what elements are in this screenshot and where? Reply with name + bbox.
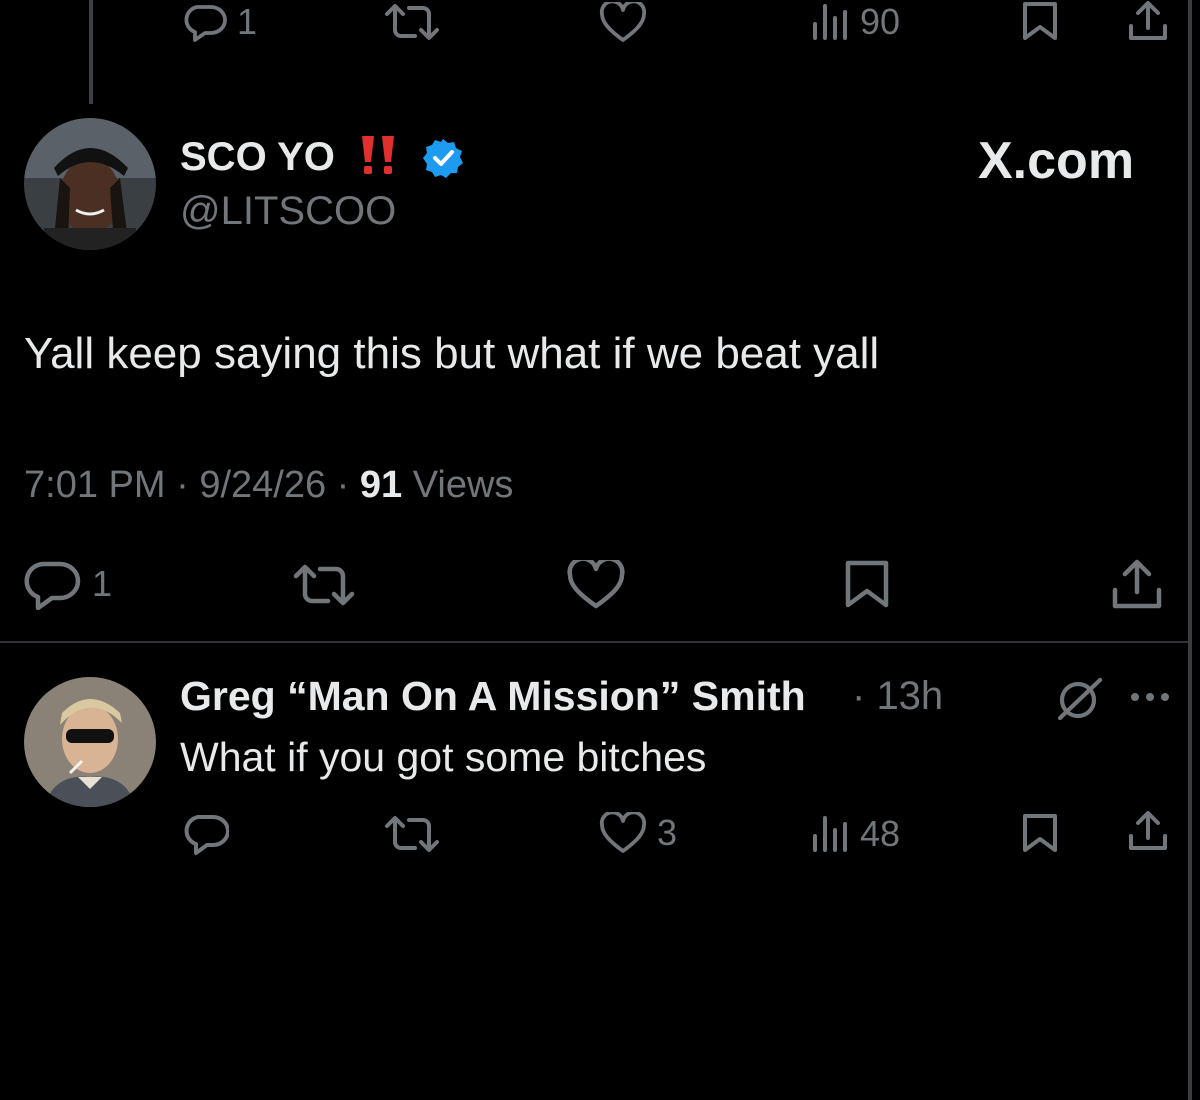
double-exclamation-emoji: [356, 134, 404, 183]
tweet-meta: 7:01 PM · 9/24/26 · 91 Views: [24, 466, 513, 504]
tweet-date[interactable]: 9/24/26: [199, 464, 326, 506]
like-button[interactable]: [566, 560, 626, 610]
views-count: 48: [860, 813, 901, 854]
retweet-icon: [385, 4, 439, 40]
share-button[interactable]: [1110, 558, 1164, 612]
previous-tweet-actions: 1 90: [0, 0, 1188, 60]
views-number: 91: [359, 464, 403, 506]
tweet-actions: 1: [0, 556, 1188, 616]
bookmark-icon: [1023, 814, 1057, 852]
reply-text: What if you got some bitches: [180, 734, 707, 780]
heart-icon: [599, 2, 647, 42]
scrollbar-edge: [1188, 0, 1192, 1100]
avatar[interactable]: [24, 118, 156, 250]
speech-bubble-icon: [184, 5, 227, 42]
bookmark-icon: [1023, 2, 1057, 40]
display-name[interactable]: SCO YO: [180, 137, 335, 177]
bar-chart-icon: [813, 816, 847, 852]
display-name-text: SCO YO: [180, 135, 335, 179]
heart-icon: [567, 560, 625, 609]
reply-count: 1: [237, 1, 258, 42]
like-button[interactable]: [599, 2, 647, 42]
tweet-text: Yall keep saying this but what if we bea…: [24, 329, 880, 378]
meta-separator: ·: [176, 464, 200, 506]
retweet-button[interactable]: [292, 562, 356, 608]
reply-button[interactable]: 1: [24, 558, 112, 610]
reply-actions: 3 48: [0, 808, 1188, 868]
share-button[interactable]: [1127, 810, 1169, 854]
thread-view: 1 90 SCO YO @LITSCOO X.com Yall keep say…: [0, 0, 1200, 1100]
grok-button[interactable]: [1054, 674, 1106, 729]
share-button[interactable]: [1127, 0, 1169, 44]
avatar[interactable]: [24, 677, 156, 807]
retweet-button[interactable]: [383, 814, 441, 854]
share-icon: [1112, 559, 1162, 609]
views-button[interactable]: 48: [810, 814, 900, 854]
double-exclamation-icon: [362, 136, 394, 174]
verified-badge[interactable]: [422, 137, 464, 184]
more-button[interactable]: [1130, 690, 1170, 709]
brand-watermark: X.com: [978, 132, 1135, 190]
reply-button[interactable]: [183, 812, 229, 856]
more-icon: [1131, 693, 1169, 701]
heart-icon: [599, 812, 647, 853]
meta-separator: ·: [336, 464, 360, 506]
views-button[interactable]: 90: [810, 2, 900, 42]
reply-count: 1: [92, 563, 113, 604]
retweet-button[interactable]: [383, 2, 441, 42]
bookmark-button[interactable]: [1021, 0, 1059, 42]
verified-badge-icon: [423, 139, 463, 178]
views-count: 90: [860, 1, 901, 42]
profile-photo: [24, 677, 156, 807]
speech-bubble-icon: [184, 815, 229, 855]
bar-chart-icon: [813, 4, 847, 40]
divider: [0, 641, 1188, 643]
like-button[interactable]: 3: [599, 812, 677, 854]
retweet-icon: [385, 816, 439, 852]
grok-icon: [1057, 677, 1103, 721]
share-icon: [1129, 1, 1167, 40]
user-handle[interactable]: @LITSCOO: [180, 191, 396, 231]
reply-button[interactable]: 1: [183, 2, 257, 42]
views-label: Views: [412, 464, 514, 506]
like-count: 3: [657, 812, 678, 853]
meta-separator: ·: [852, 674, 877, 718]
profile-photo: [24, 118, 156, 250]
retweet-icon: [293, 564, 355, 606]
bookmark-icon: [845, 560, 889, 608]
reply-display-name[interactable]: Greg “Man On A Mission” Smith: [180, 676, 806, 717]
reply-time-ago: 13h: [876, 674, 944, 718]
speech-bubble-icon: [24, 561, 81, 610]
share-icon: [1129, 811, 1167, 850]
reply-timestamp[interactable]: · 13h: [852, 676, 943, 716]
bookmark-button[interactable]: [1021, 812, 1059, 854]
tweet-time[interactable]: 7:01 PM: [24, 464, 166, 506]
bookmark-button[interactable]: [843, 558, 891, 610]
